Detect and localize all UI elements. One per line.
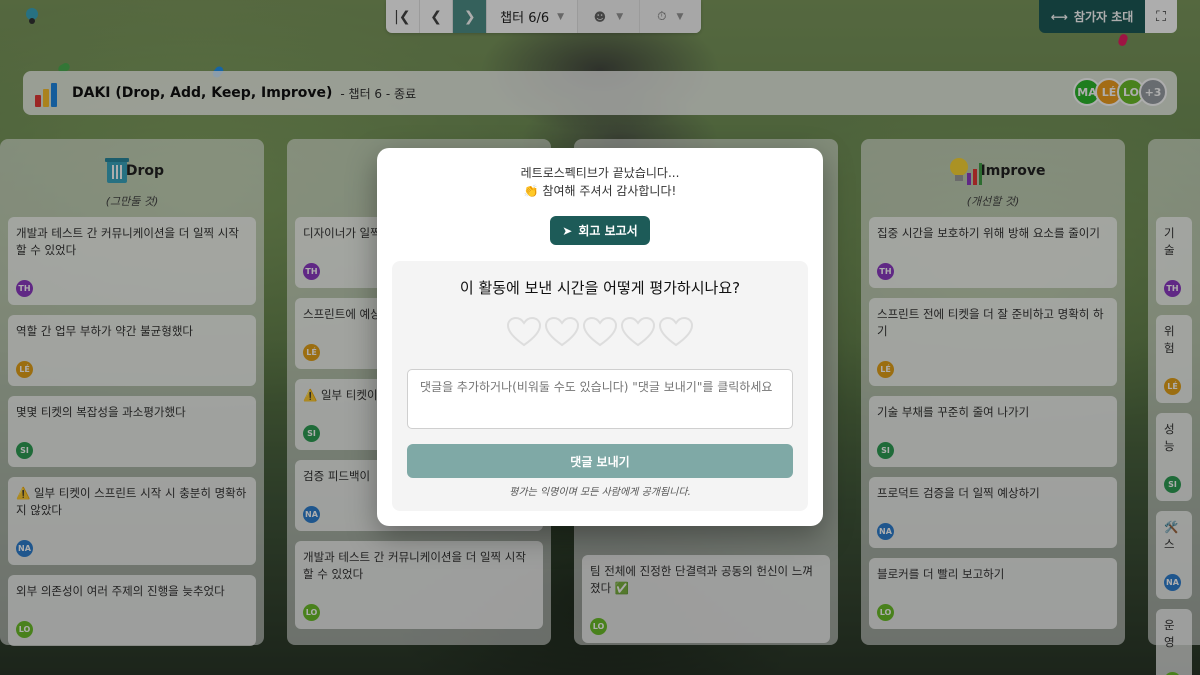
retro-report-button[interactable]: ➤ 회고 보고서 — [550, 216, 650, 245]
rating-question: 이 활동에 보낸 시간을 어떻게 평가하시나요? — [459, 279, 741, 297]
thanks-line-1: 레트로스펙티브가 끝났습니다... — [520, 166, 680, 180]
heart-icon[interactable] — [545, 317, 579, 347]
comment-input[interactable] — [407, 369, 793, 429]
heart-icon[interactable] — [659, 317, 693, 347]
heart-icon[interactable] — [583, 317, 617, 347]
heart-rating — [392, 317, 808, 347]
heart-icon[interactable] — [507, 317, 541, 347]
anonymous-note: 평가는 익명이며 모든 사람에게 공개됩니다. — [509, 487, 691, 498]
thanks-line-2: 👏 참여해 주셔서 감사합니다! — [523, 184, 677, 198]
send-icon: ➤ — [562, 223, 573, 238]
send-comment-button[interactable]: 댓글 보내기 — [407, 444, 793, 478]
heart-icon[interactable] — [621, 317, 655, 347]
end-of-retro-dialog: 레트로스펙티브가 끝났습니다... 👏 참여해 주셔서 감사합니다! ➤ 회고 … — [377, 148, 823, 526]
report-label: 회고 보고서 — [578, 224, 638, 238]
rating-panel: 이 활동에 보낸 시간을 어떻게 평가하시나요? 댓글 보내기 평가는 익명이며… — [392, 261, 808, 511]
